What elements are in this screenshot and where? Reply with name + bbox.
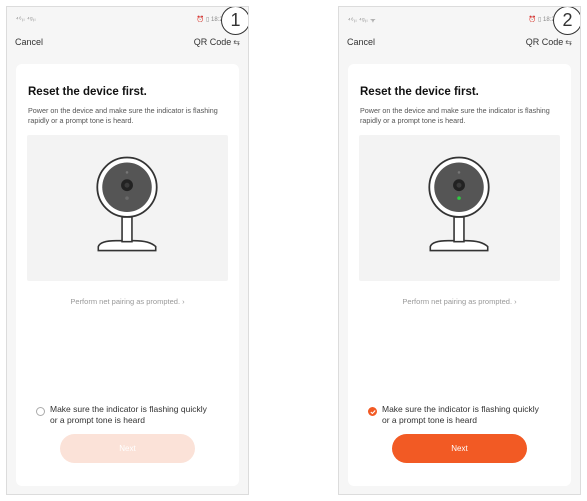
swap-icon: ⇆ [565,38,572,47]
confirm-text: Make sure the indicator is flashing quic… [50,404,207,425]
nav-bar: Cancel QR Code ⇆ [339,31,580,53]
instruction-text: Power on the device and make sure the in… [360,106,550,125]
indicator-light [125,196,129,200]
instruction-card: Reset the device first. Power on the dev… [16,64,239,486]
signal-icons: ⁴⁶ᵢₗ ⁴ᵍᵢₗ [16,17,36,23]
qr-code-label: QR Code [525,37,564,47]
next-button[interactable]: Next [60,434,195,463]
qr-code-label: QR Code [193,37,232,47]
next-button[interactable]: Next [392,434,527,463]
status-bar: ⁴⁶ᵢₗ ⁴ᵍᵢₗ ⏰ ▯ 18:26 1 [7,7,248,35]
page-title: Reset the device first. [28,86,147,98]
net-pairing-link[interactable]: Perform net pairing as prompted. › [16,297,239,306]
checkmark-icon [370,410,376,415]
page-title: Reset the device first. [360,86,479,98]
camera-icon [96,156,158,252]
cancel-button[interactable]: Cancel [347,37,375,47]
status-bar: ⁴⁶ᵢₗ ⁴ᵍᵢₗ ᯤ ⏰ ▯ 18:26 2 [339,7,580,35]
signal-icons: ⁴⁶ᵢₗ ⁴ᵍᵢₗ ᯤ [348,18,377,24]
camera-illustration [359,135,560,281]
camera-icon [428,156,490,252]
net-pairing-link[interactable]: Perform net pairing as prompted. › [348,297,571,306]
qr-code-button[interactable]: QR Code ⇆ [194,37,240,47]
nav-bar: Cancel QR Code ⇆ [7,31,248,53]
phone-screen-step-1: ⁴⁶ᵢₗ ⁴ᵍᵢₗ ⏰ ▯ 18:26 1 Cancel QR Code ⇆ Re… [6,6,249,495]
instruction-card: Reset the device first. Power on the dev… [348,64,571,486]
confirm-text: Make sure the indicator is flashing quic… [382,404,539,425]
phone-screen-step-2: ⁴⁶ᵢₗ ⁴ᵍᵢₗ ᯤ ⏰ ▯ 18:26 2 Cancel QR Code ⇆ … [338,6,581,495]
camera-illustration [27,135,228,281]
confirm-checkbox[interactable] [36,407,45,416]
cancel-button[interactable]: Cancel [15,37,43,47]
confirm-checkbox[interactable] [368,407,377,416]
instruction-text: Power on the device and make sure the in… [28,106,218,125]
swap-icon: ⇆ [233,38,240,47]
indicator-light [457,196,461,200]
qr-code-button[interactable]: QR Code ⇆ [526,37,572,47]
